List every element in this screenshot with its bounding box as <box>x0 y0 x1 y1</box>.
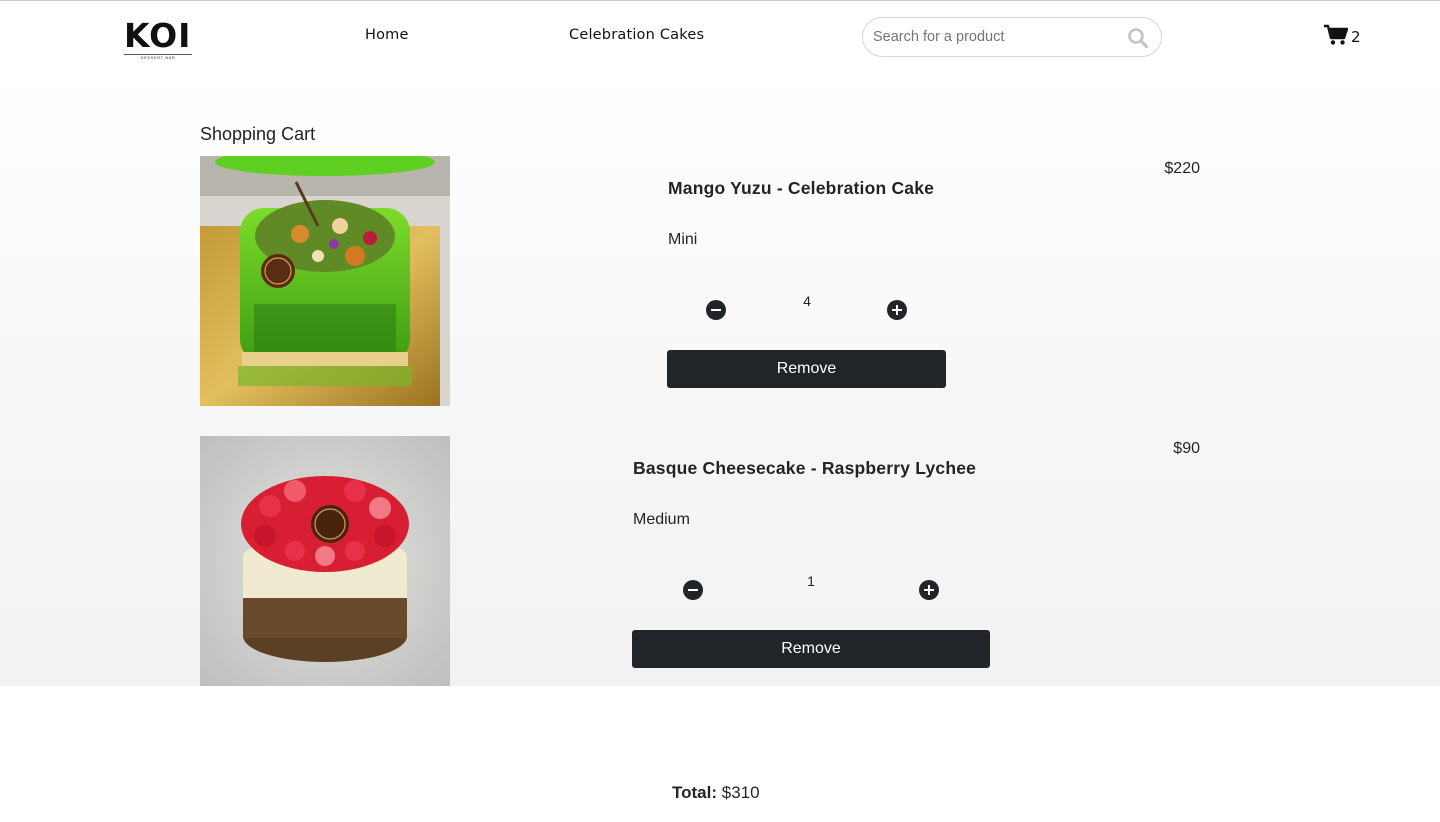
search-input[interactable] <box>873 26 1123 48</box>
product-image-basque-cheesecake[interactable] <box>200 436 450 686</box>
remove-button[interactable]: Remove <box>632 630 990 668</box>
nav-link-celebration-cakes[interactable]: Celebration Cakes <box>569 27 704 43</box>
plus-circle-icon[interactable] <box>887 300 907 320</box>
shopping-cart-icon <box>1324 24 1349 51</box>
item-name[interactable]: Basque Cheesecake - Raspberry Lychee <box>633 458 976 479</box>
total-value: $310 <box>721 783 760 802</box>
item-price: $90 <box>1173 440 1200 457</box>
cart-link[interactable]: 2 <box>1324 24 1361 51</box>
item-size: Mini <box>668 231 698 248</box>
product-image-mango-yuzu[interactable] <box>200 156 450 406</box>
item-quantity: 1 <box>807 573 815 589</box>
total-label: Total: <box>672 783 718 802</box>
item-size: Medium <box>633 511 690 528</box>
cart-item: Basque Cheesecake - Raspberry Lychee Med… <box>200 436 1200 686</box>
minus-circle-icon[interactable] <box>706 300 726 320</box>
search-bar <box>862 17 1162 57</box>
cart-total: Total: $310 <box>672 783 760 803</box>
item-quantity: 4 <box>803 293 811 309</box>
nav-link-home[interactable]: Home <box>365 27 409 43</box>
item-name[interactable]: Mango Yuzu - Celebration Cake <box>668 178 934 199</box>
plus-circle-icon[interactable] <box>919 580 939 600</box>
cart-count-badge: 2 <box>1351 28 1361 46</box>
brand-logo[interactable]: KOI DESSERT BAR <box>124 16 194 60</box>
cart-section: Shopping Cart Mango Yuzu - Celebration C… <box>0 75 1440 686</box>
navbar: KOI DESSERT BAR Home Celebration Cakes 2 <box>0 1 1440 75</box>
page-title: Shopping Cart <box>200 124 316 144</box>
cart-item: Mango Yuzu - Celebration Cake Mini 4 Rem… <box>200 156 1200 406</box>
remove-button[interactable]: Remove <box>667 350 946 388</box>
minus-circle-icon[interactable] <box>683 580 703 600</box>
item-price: $220 <box>1164 160 1200 177</box>
search-icon[interactable] <box>1127 27 1149 49</box>
logo-text: KOI <box>124 16 192 55</box>
